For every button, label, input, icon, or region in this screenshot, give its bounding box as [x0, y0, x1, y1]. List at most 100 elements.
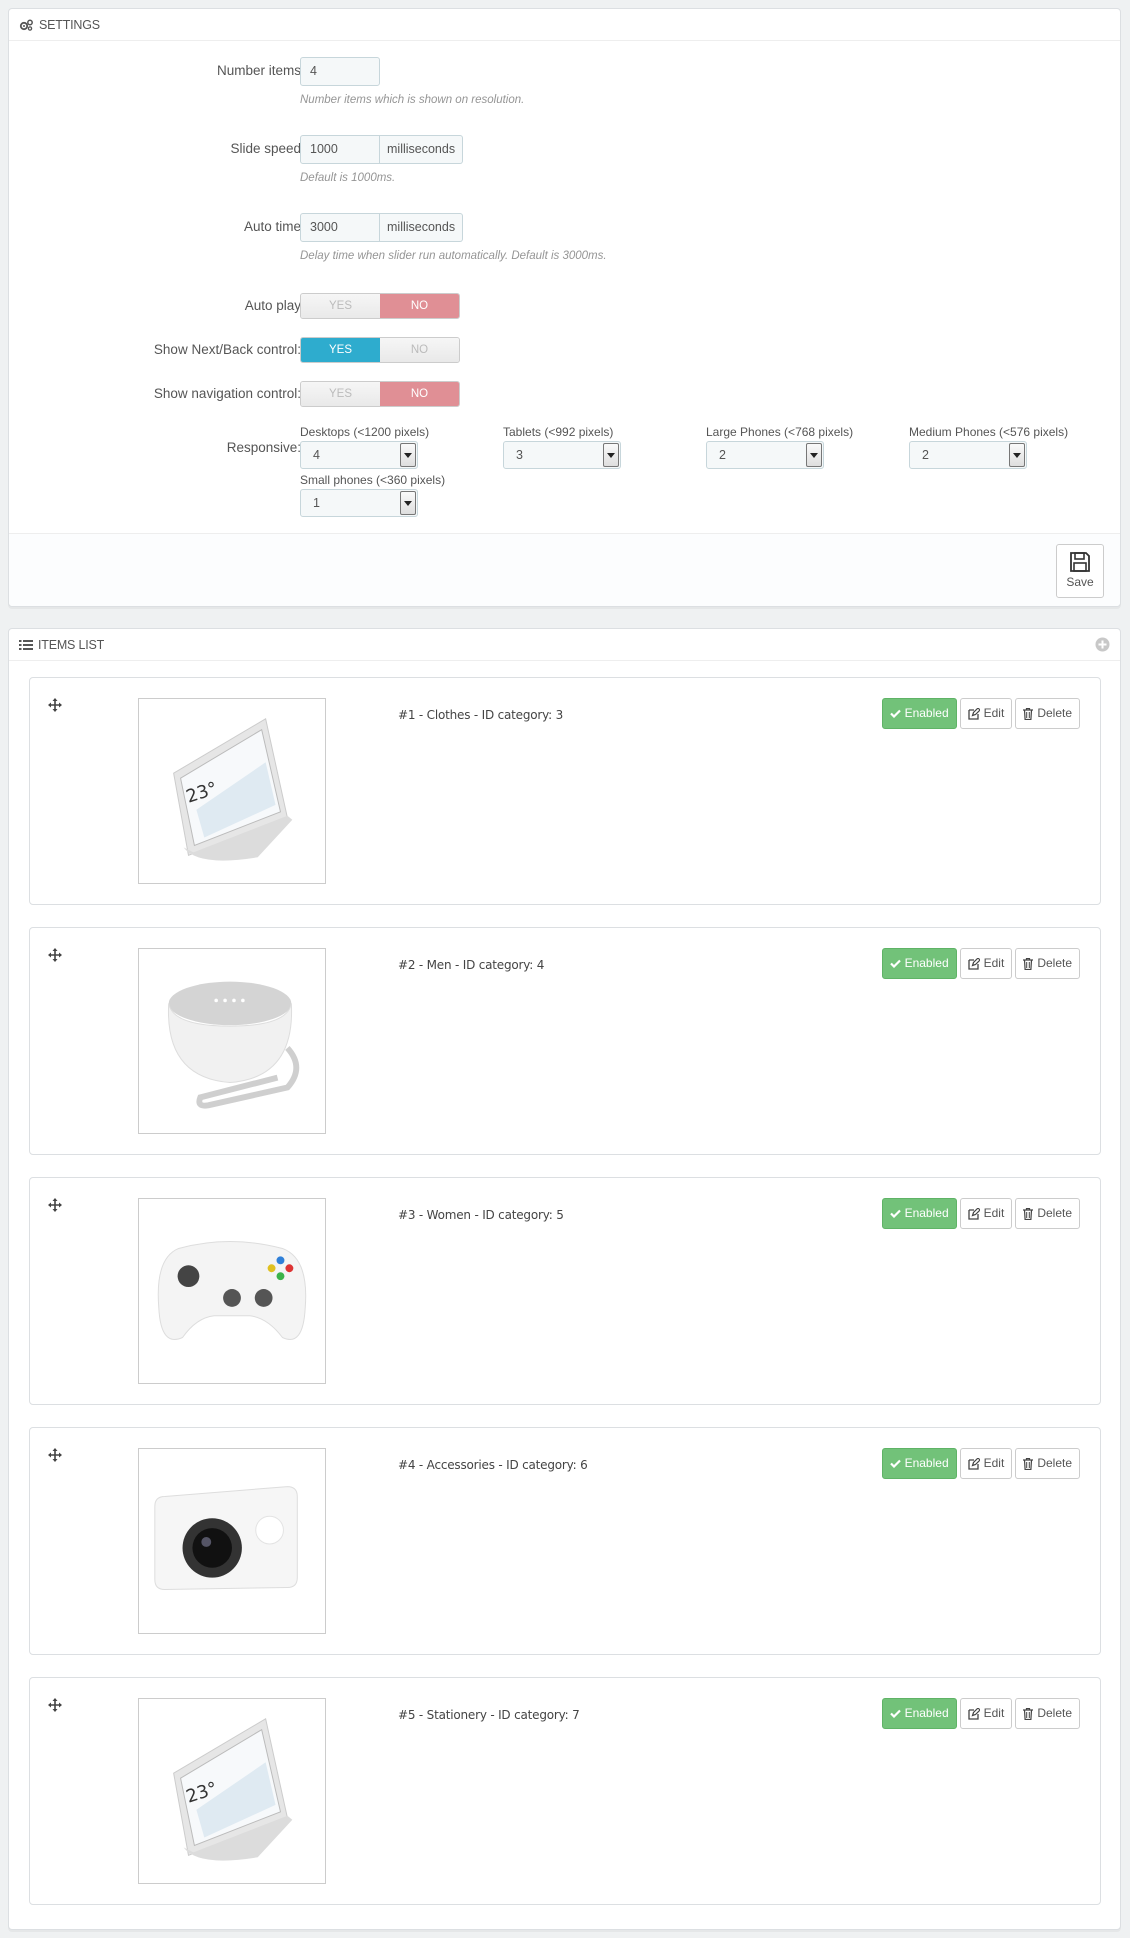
save-button[interactable]: Save	[1056, 544, 1104, 598]
item-title: #4 - Accessories - ID category: 6	[398, 1458, 588, 1472]
item-actions: Enabled Edit Delete	[881, 1698, 1080, 1729]
show-navigation-switch[interactable]: YES NO	[300, 381, 460, 407]
item-title: #2 - Men - ID category: 4	[398, 958, 545, 972]
settings-title: Settings	[39, 17, 100, 32]
enabled-button[interactable]: Enabled	[881, 1198, 957, 1229]
tablets-select[interactable]: 3	[503, 441, 621, 469]
move-icon[interactable]	[48, 698, 62, 712]
delete-label: Delete	[1037, 956, 1072, 970]
edit-button[interactable]: Edit	[959, 948, 1013, 979]
items-list-header: Items list	[9, 629, 1120, 661]
trash-icon	[1023, 957, 1034, 970]
list-item: 23° #5 - Stationery - ID category: 7 Ena…	[29, 1677, 1101, 1905]
edit-label: Edit	[983, 956, 1005, 970]
slide-speed-label: Slide speed	[230, 141, 301, 156]
list-item: 23° #1 - Clothes - ID category: 3 Enable…	[29, 677, 1101, 905]
trash-icon	[1023, 1457, 1034, 1470]
delete-button[interactable]: Delete	[1015, 1698, 1080, 1729]
number-items-input[interactable]: 4	[300, 57, 380, 86]
auto-play-label: Auto play	[244, 298, 301, 313]
edit-button[interactable]: Edit	[959, 1698, 1013, 1729]
delete-button[interactable]: Delete	[1015, 1448, 1080, 1479]
trash-icon	[1023, 707, 1034, 720]
large-phones-select[interactable]: 2	[706, 441, 824, 469]
edit-icon	[967, 1457, 980, 1470]
show-next-back-label: Show Next/Back control:	[153, 342, 301, 357]
edit-button[interactable]: Edit	[959, 698, 1013, 729]
show-next-back-no[interactable]: NO	[380, 338, 459, 362]
delete-button[interactable]: Delete	[1015, 1198, 1080, 1229]
show-navigation-yes[interactable]: YES	[301, 382, 380, 406]
move-icon[interactable]	[48, 1698, 62, 1712]
show-next-back-yes[interactable]: YES	[301, 338, 380, 362]
number-items-help: Number items which is shown on resolutio…	[300, 94, 525, 106]
auto-time-input[interactable]: 3000	[300, 213, 380, 242]
slide-speed-unit: milliseconds	[380, 135, 464, 164]
list-icon	[19, 639, 33, 650]
auto-time-label: Auto time	[243, 219, 301, 234]
trash-icon	[1023, 1207, 1034, 1220]
slide-speed-input[interactable]: 1000	[300, 135, 380, 164]
delete-label: Delete	[1037, 1456, 1072, 1470]
desktops-value: 4	[313, 448, 320, 462]
settings-footer: Save	[9, 533, 1120, 606]
edit-icon	[967, 1207, 980, 1220]
small-phones-value: 1	[313, 496, 320, 510]
save-icon	[1070, 552, 1090, 572]
delete-button[interactable]: Delete	[1015, 698, 1080, 729]
trash-icon	[1023, 1707, 1034, 1720]
edit-button[interactable]: Edit	[959, 1198, 1013, 1229]
tablets-field: Tablets (<992 pixels) 3	[503, 425, 621, 469]
move-icon[interactable]	[48, 1198, 62, 1212]
enabled-button[interactable]: Enabled	[881, 948, 957, 979]
delete-button[interactable]: Delete	[1015, 948, 1080, 979]
enabled-button[interactable]: Enabled	[881, 1698, 957, 1729]
enabled-label: Enabled	[904, 706, 949, 720]
large-phones-field: Large Phones (<768 pixels) 2	[706, 425, 853, 469]
desktops-field: Desktops (<1200 pixels) 4	[300, 425, 429, 469]
chevron-down-icon	[603, 443, 619, 467]
large-phones-label: Large Phones (<768 pixels)	[706, 425, 854, 439]
add-item-icon[interactable]	[1095, 637, 1110, 652]
auto-play-yes[interactable]: YES	[301, 294, 380, 318]
item-title: #3 - Women - ID category: 5	[398, 1208, 564, 1222]
chevron-down-icon	[400, 443, 416, 467]
delete-label: Delete	[1037, 1706, 1072, 1720]
edit-icon	[967, 707, 980, 720]
enabled-label: Enabled	[904, 1206, 949, 1220]
desktops-label: Desktops (<1200 pixels)	[300, 425, 430, 439]
item-image	[138, 1448, 326, 1634]
auto-play-switch[interactable]: YES NO	[300, 293, 460, 319]
show-next-back-switch[interactable]: YES NO	[300, 337, 460, 363]
enabled-button[interactable]: Enabled	[881, 698, 957, 729]
item-actions: Enabled Edit Delete	[881, 698, 1080, 729]
auto-time-unit: milliseconds	[380, 213, 464, 242]
small-phones-field: Small phones (<360 pixels) 1	[300, 473, 445, 517]
cogs-icon	[19, 19, 33, 31]
enabled-label: Enabled	[904, 1706, 949, 1720]
chevron-down-icon	[1009, 443, 1025, 467]
item-image	[138, 948, 326, 1134]
small-phones-select[interactable]: 1	[300, 489, 418, 517]
medium-phones-value: 2	[922, 448, 929, 462]
enabled-label: Enabled	[904, 956, 949, 970]
auto-play-no[interactable]: NO	[380, 294, 459, 318]
medium-phones-select[interactable]: 2	[909, 441, 1027, 469]
edit-icon	[967, 957, 980, 970]
check-icon	[889, 709, 901, 718]
move-icon[interactable]	[48, 948, 62, 962]
items-list-title: Items list	[38, 637, 105, 652]
edit-icon	[967, 1707, 980, 1720]
show-navigation-no[interactable]: NO	[380, 382, 459, 406]
item-image: 23°	[138, 698, 326, 884]
settings-header: Settings	[9, 9, 1120, 41]
move-icon[interactable]	[48, 1448, 62, 1462]
list-item: #4 - Accessories - ID category: 6 Enable…	[29, 1427, 1101, 1655]
enabled-button[interactable]: Enabled	[881, 1448, 957, 1479]
items-list-panel: Items list 23° #1 - Clothes - ID categor…	[8, 628, 1121, 1930]
item-title: #5 - Stationery - ID category: 7	[398, 1708, 580, 1722]
edit-button[interactable]: Edit	[959, 1448, 1013, 1479]
tablets-label: Tablets (<992 pixels)	[503, 425, 614, 439]
desktops-select[interactable]: 4	[300, 441, 418, 469]
delete-label: Delete	[1037, 1206, 1072, 1220]
